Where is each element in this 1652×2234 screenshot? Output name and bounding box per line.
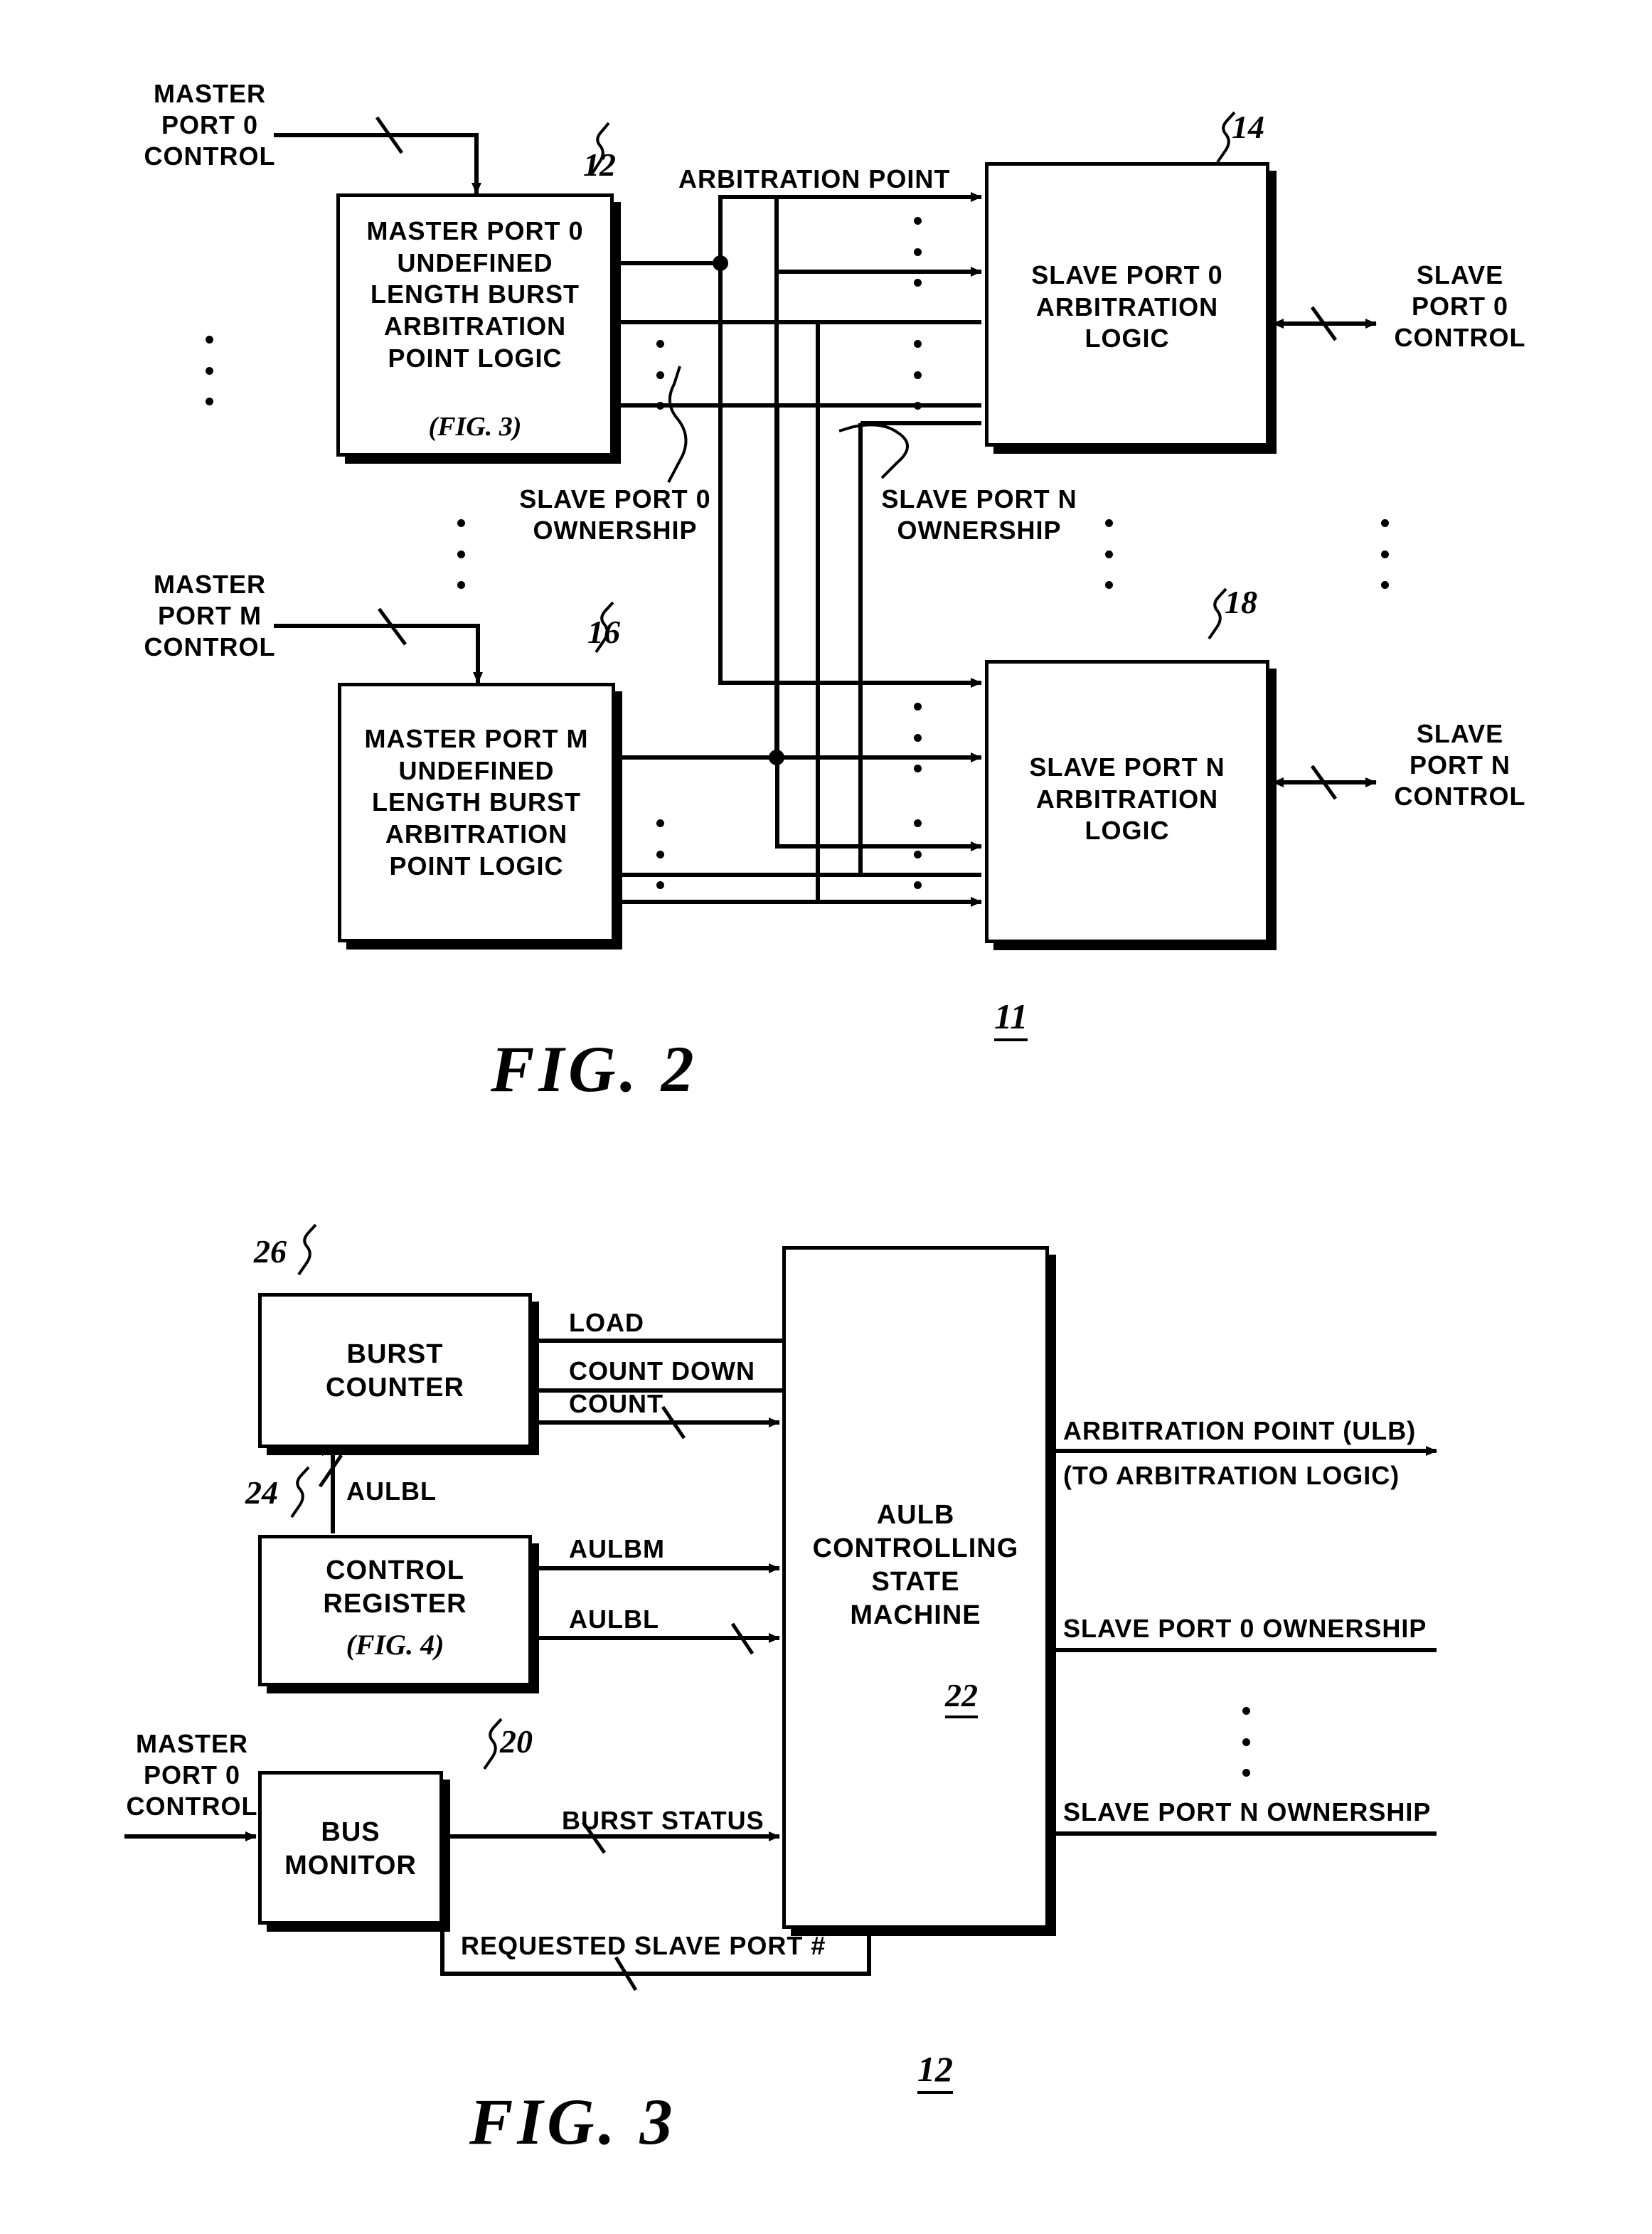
label-burst-status: BURST STATUS (562, 1806, 764, 1835)
ref-18: 18 (1225, 584, 1257, 620)
block-bus-monitor[interactable]: BUS MONITOR (258, 1771, 443, 1925)
label-count: COUNT (569, 1389, 664, 1418)
block-24-figref: (FIG. 4) (346, 1629, 444, 1661)
ref-22: 22 (945, 1676, 978, 1718)
label-aulbm: AULBM (569, 1534, 665, 1563)
label-slave-port-n-control: SLAVE PORT N CONTROL (1394, 719, 1526, 811)
block-aulb-state-machine[interactable]: AULB CONTROLLING STATE MACHINE 22 (782, 1246, 1049, 1929)
ellipsis-own-mid (655, 340, 665, 410)
label-to-arbitration-logic: (TO ARBITRATION LOGIC) (1063, 1461, 1400, 1490)
ellipsis-own-lower (655, 819, 665, 889)
patent-drawing-sheet: MASTER PORT 0 UNDEFINED LENGTH BURST ARBITR… (0, 0, 1652, 2234)
ellipsis-far-right (1380, 519, 1390, 589)
block-12-label: MASTER PORT 0 UNDEFINED LENGTH BURST ARBITR… (366, 216, 584, 373)
label-fig3-slave-port-n-ownership: SLAVE PORT N OWNERSHIP (1063, 1797, 1432, 1826)
block-16-label: MASTER PORT M UNDEFINED LENGTH BURST ARBITR… (364, 724, 589, 881)
label-master-port-0-control: MASTER PORT 0 CONTROL (144, 79, 276, 171)
ellipsis-arb-top (912, 217, 922, 287)
block-20-label: BUS MONITOR (284, 1817, 417, 1881)
block-master-port-0-ulb-logic[interactable]: MASTER PORT 0 UNDEFINED LENGTH BURST ARBITR… (336, 193, 614, 457)
ellipsis-arb-lower (912, 703, 922, 772)
label-arbitration-point: ARBITRATION POINT (678, 164, 951, 193)
block-slave-port-n-arbitration-logic[interactable]: SLAVE PORT N ARBITRATION LOGIC (985, 660, 1269, 943)
block-18-label: SLAVE PORT N ARBITRATION LOGIC (1029, 752, 1225, 846)
label-aulbl-vertical: AULBL (346, 1477, 437, 1506)
label-aulbl: AULBL (569, 1605, 659, 1634)
block-26-label: BURST COUNTER (326, 1339, 464, 1403)
ellipsis-right-slaves (1104, 519, 1114, 589)
figure-2-caption: FIG. 2 (491, 1033, 698, 1105)
ellipsis-fig3-ownership (1241, 1707, 1251, 1777)
block-22-label: AULB CONTROLLING STATE MACHINE (812, 1500, 1019, 1631)
figure-3-caption: FIG. 3 (469, 2085, 677, 2158)
label-fig3-slave-port-0-ownership: SLAVE PORT 0 OWNERSHIP (1063, 1614, 1427, 1643)
ref-12: 12 (583, 147, 616, 183)
label-slave-port-0-control: SLAVE PORT 0 CONTROL (1394, 260, 1526, 352)
block-14-label: SLAVE PORT 0 ARBITRATION LOGIC (1031, 260, 1223, 353)
ellipsis-arb-mid2 (912, 340, 922, 410)
block-12-figref: (FIG. 3) (428, 412, 522, 442)
label-slave-port-n-ownership: SLAVE PORT N OWNERSHIP (881, 484, 1077, 545)
block-control-register[interactable]: CONTROL REGISTER (FIG. 4) (258, 1535, 532, 1686)
figure-3-ref: 12 (917, 2048, 953, 2094)
figure-2-ref: 11 (994, 996, 1028, 1041)
block-burst-counter[interactable]: BURST COUNTER (258, 1293, 532, 1448)
ref-14: 14 (1232, 109, 1264, 145)
ellipsis-left-masters-2 (456, 519, 466, 589)
ref-20: 20 (500, 1723, 533, 1760)
block-slave-port-0-arbitration-logic[interactable]: SLAVE PORT 0 ARBITRATION LOGIC (985, 162, 1269, 447)
ref-26: 26 (254, 1233, 287, 1270)
label-fig3-master-port-0-control: MASTER PORT 0 CONTROL (126, 1729, 258, 1821)
label-arbitration-point-ulb: ARBITRATION POINT (ULB) (1063, 1416, 1417, 1445)
block-master-port-m-ulb-logic[interactable]: MASTER PORT M UNDEFINED LENGTH BURST ARBITR… (338, 683, 615, 942)
ellipsis-arb-lower2 (912, 819, 922, 889)
ellipsis-left-masters (204, 336, 214, 405)
label-count-down: COUNT DOWN (569, 1356, 755, 1385)
label-slave-port-0-ownership: SLAVE PORT 0 OWNERSHIP (519, 484, 711, 545)
block-24-label: CONTROL REGISTER (323, 1555, 467, 1619)
ref-24: 24 (245, 1474, 278, 1511)
ref-16: 16 (587, 614, 620, 650)
label-master-port-m-control: MASTER PORT M CONTROL (144, 570, 276, 661)
label-requested-slave-port: REQUESTED SLAVE PORT # (461, 1931, 826, 1960)
label-load: LOAD (569, 1308, 644, 1337)
